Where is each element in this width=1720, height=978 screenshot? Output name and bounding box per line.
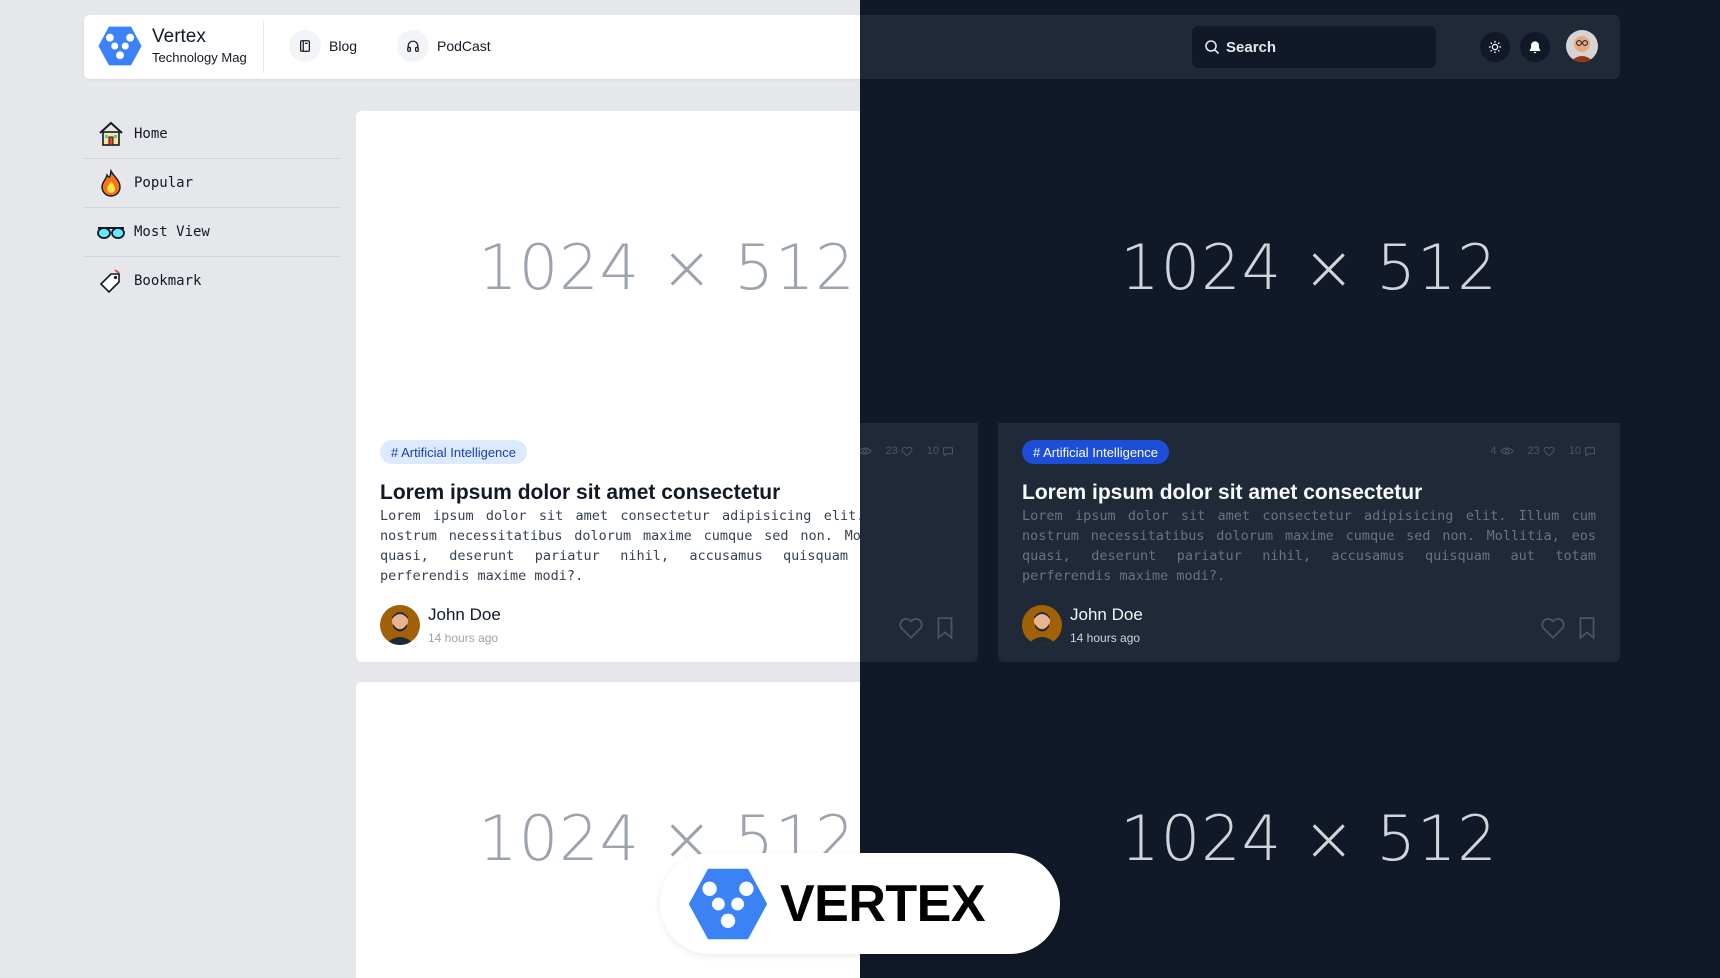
sidebar-item-home[interactable]: Home bbox=[84, 110, 340, 159]
post-image-placeholder: 1024 × 512 bbox=[998, 111, 1620, 423]
category-tag[interactable]: # Artificial Intelligence bbox=[1022, 440, 1170, 464]
views-stat: 4 bbox=[1490, 445, 1514, 457]
author-avatar bbox=[380, 605, 420, 645]
post-card[interactable]: 1024 × 512 # Artificial Intelligence 4 2… bbox=[860, 111, 978, 662]
comments-stat: 10 bbox=[927, 445, 954, 457]
bookmark-tag-icon bbox=[96, 266, 126, 296]
heart-outline-icon bbox=[899, 618, 923, 639]
house-icon bbox=[96, 119, 126, 149]
author-avatar bbox=[1022, 605, 1062, 645]
brand-divider bbox=[263, 21, 264, 73]
post-actions bbox=[886, 616, 954, 640]
brand[interactable]: Vertex Technology Mag bbox=[98, 24, 247, 68]
vertex-brand-badge: VERTEX bbox=[660, 853, 1060, 954]
post-author[interactable]: John Doe 14 hours ago bbox=[380, 605, 501, 645]
post-title[interactable]: Lorem ipsum dolor sit amet consectetur bbox=[1022, 481, 1422, 505]
heart-icon bbox=[1543, 446, 1555, 457]
sidebar-item-popular[interactable]: Popular bbox=[84, 159, 340, 208]
post-card[interactable]: 1024 × 512 # Artificial Intelligence 4 2… bbox=[998, 111, 1620, 662]
post-time: 14 hours ago bbox=[428, 631, 499, 645]
post-time: 14 hours ago bbox=[1070, 631, 1141, 645]
post-stats: 4 23 10 bbox=[860, 445, 954, 457]
vertex-logo-icon bbox=[98, 26, 142, 66]
bookmark-button[interactable] bbox=[1578, 616, 1596, 640]
post-card[interactable]: 1024 × 512 # Artificial Intelligence Lor… bbox=[356, 111, 860, 662]
nav-blog-label: Blog bbox=[329, 38, 358, 54]
author-name: John Doe bbox=[1070, 605, 1143, 624]
post-image-placeholder: 1024 × 512 bbox=[356, 111, 860, 423]
light-page: Vertex Technology Mag Blog PodCast Home … bbox=[0, 0, 860, 978]
likes-stat: 23 bbox=[1528, 445, 1555, 457]
eye-icon bbox=[1499, 447, 1514, 455]
post-actions bbox=[1528, 616, 1596, 640]
post-image-placeholder: 1024 × 512 bbox=[998, 682, 1620, 978]
nav-blog[interactable]: Blog bbox=[289, 30, 357, 62]
search-box[interactable] bbox=[1192, 26, 1436, 68]
brand-tagline: Technology Mag bbox=[152, 49, 247, 65]
nav-podcast[interactable]: PodCast bbox=[397, 30, 491, 62]
sun-icon bbox=[1488, 40, 1502, 54]
book-icon bbox=[289, 30, 321, 62]
author-name: John Doe bbox=[428, 605, 501, 624]
bookmark-icon bbox=[1579, 617, 1595, 640]
comment-icon bbox=[1585, 446, 1595, 457]
sidebar-item-label: Bookmark bbox=[134, 273, 202, 289]
headphones-icon bbox=[397, 30, 429, 62]
like-button[interactable] bbox=[1540, 616, 1566, 640]
vertex-logo-icon bbox=[688, 868, 768, 939]
sidebar-item-label: Most View bbox=[134, 224, 210, 240]
post-author[interactable]: John Doe 14 hours ago bbox=[1022, 605, 1143, 645]
post-stats: 4 23 10 bbox=[1476, 445, 1596, 457]
eye-icon bbox=[860, 447, 872, 455]
category-tag[interactable]: # Artificial Intelligence bbox=[380, 440, 528, 464]
post-image-placeholder: 1024 × 512 bbox=[860, 111, 978, 423]
sidebar-item-label: Popular bbox=[134, 175, 194, 191]
dark-theme-preview: 1024 × 512 # Artificial Intelligence 4 2… bbox=[860, 0, 1720, 978]
badge-wordmark: VERTEX bbox=[780, 874, 986, 933]
brand-name: Vertex bbox=[152, 26, 206, 48]
notification-button[interactable] bbox=[1520, 32, 1550, 62]
search-icon bbox=[1204, 39, 1220, 55]
top-header bbox=[860, 15, 1620, 79]
post-excerpt: Lorem ipsum dolor sit amet consectetur a… bbox=[380, 508, 860, 584]
likes-stat: 23 bbox=[886, 445, 913, 457]
sidebar-item-label: Home bbox=[134, 126, 168, 142]
dark-page: 1024 × 512 # Artificial Intelligence 4 2… bbox=[860, 0, 1720, 978]
views-stat: 4 bbox=[860, 445, 872, 457]
search-input[interactable] bbox=[1226, 38, 1406, 56]
like-button[interactable] bbox=[898, 616, 924, 640]
nav-podcast-label: PodCast bbox=[437, 38, 491, 54]
bell-icon bbox=[1529, 41, 1541, 54]
sidebar: Home Popular Most View Bookmark bbox=[84, 110, 340, 305]
fire-icon bbox=[96, 168, 126, 198]
top-header: Vertex Technology Mag Blog PodCast bbox=[84, 15, 860, 79]
comment-icon bbox=[943, 446, 953, 457]
glasses-icon bbox=[96, 217, 126, 247]
sidebar-item-most-view[interactable]: Most View bbox=[84, 208, 340, 257]
user-avatar[interactable] bbox=[1566, 30, 1598, 62]
post-title[interactable]: Lorem ipsum dolor sit amet consectetur bbox=[380, 481, 780, 505]
sidebar-item-bookmark[interactable]: Bookmark bbox=[84, 257, 340, 305]
heart-outline-icon bbox=[1541, 618, 1565, 639]
bookmark-icon bbox=[937, 617, 953, 640]
bookmark-button[interactable] bbox=[936, 616, 954, 640]
theme-toggle-button[interactable] bbox=[1480, 32, 1510, 62]
heart-icon bbox=[901, 446, 913, 457]
light-theme-preview: Vertex Technology Mag Blog PodCast Home … bbox=[0, 0, 860, 978]
post-card[interactable]: 1024 × 512 bbox=[998, 682, 1620, 978]
comments-stat: 10 bbox=[1569, 445, 1596, 457]
post-excerpt: Lorem ipsum dolor sit amet consectetur a… bbox=[1022, 508, 1596, 584]
